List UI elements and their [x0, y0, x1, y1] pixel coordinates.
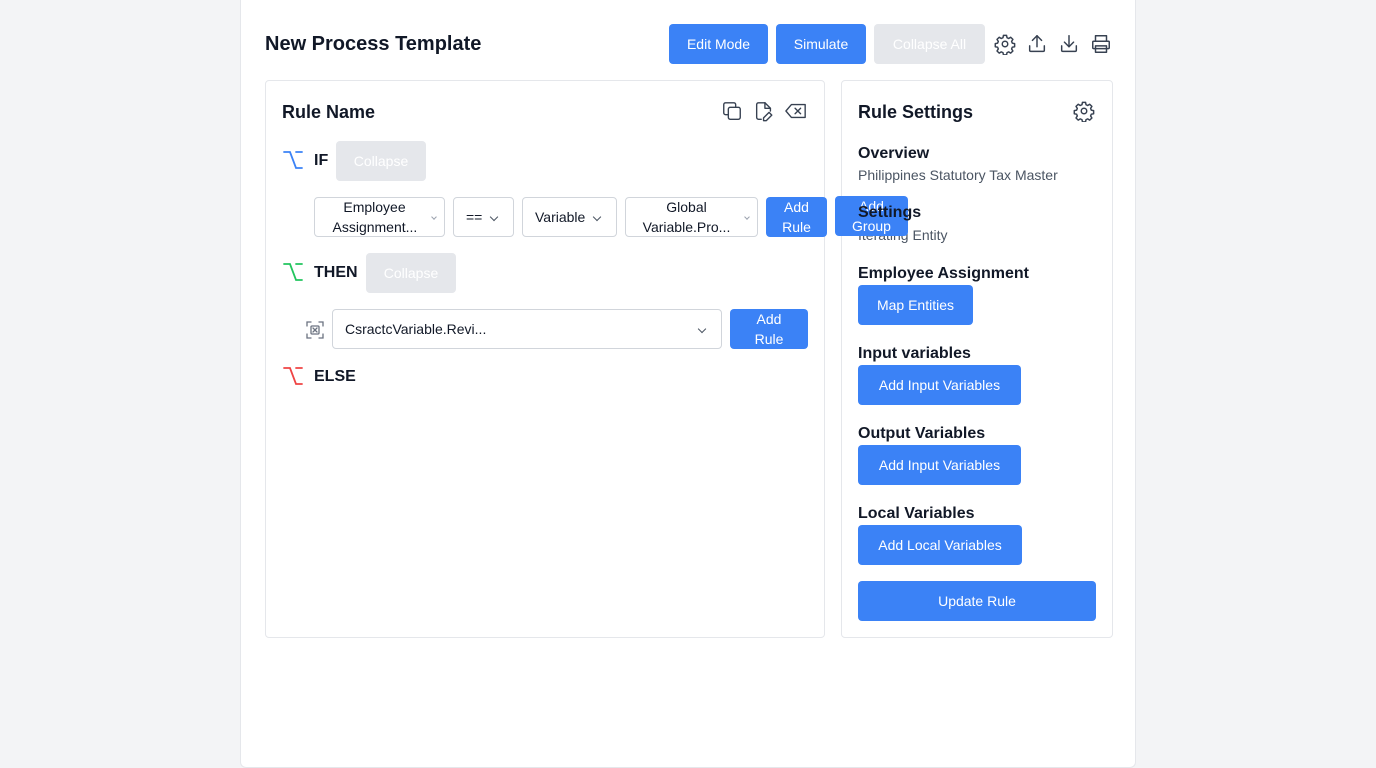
rule-settings-heading: Rule Settings: [858, 102, 974, 122]
condition-field-select[interactable]: Employee Assignment...: [314, 197, 445, 237]
then-add-rule-button[interactable]: Add Rule: [730, 309, 808, 349]
then-action-select[interactable]: CsractcVariable.Revi...: [332, 309, 722, 349]
settings-label: Settings: [858, 204, 922, 221]
then-collapse-button[interactable]: Collapse: [366, 253, 456, 293]
backspace-icon[interactable]: [784, 99, 808, 123]
then-branch-icon: [282, 261, 304, 283]
local-variables-label: Local Variables: [858, 505, 975, 522]
rule-settings-panel: Rule Settings Overview Philippines Statu…: [841, 80, 1113, 638]
gear-icon[interactable]: [993, 32, 1017, 56]
process-template-card: New Process Template Edit Mode Simulate …: [240, 0, 1136, 768]
chevron-down-icon: [697, 324, 707, 334]
edit-mode-button[interactable]: Edit Mode: [669, 24, 768, 64]
rule-editor-panel: Rule Name IF Collapse Employee Assignmen…: [265, 80, 827, 638]
else-branch-icon: [282, 365, 304, 387]
output-variables-label: Output Variables: [858, 425, 986, 442]
chevron-down-icon: [592, 212, 602, 222]
if-branch-icon: [282, 149, 304, 171]
chevron-down-icon: [489, 212, 499, 222]
chevron-down-icon: [744, 214, 750, 220]
condition-operator-select[interactable]: ==: [453, 197, 514, 237]
download-icon[interactable]: [1057, 32, 1081, 56]
simulate-button[interactable]: Simulate: [776, 24, 866, 64]
condition-value-value: Global Variable.Pro...: [642, 199, 731, 235]
overview-value: Philippines Statutory Tax Master: [858, 167, 1058, 183]
condition-operator-value: ==: [466, 209, 483, 225]
then-label: THEN: [314, 264, 358, 281]
else-label: ELSE: [314, 368, 356, 385]
condition-field-value: Employee Assignment...: [332, 199, 418, 235]
upload-icon[interactable]: [1025, 32, 1049, 56]
page-title: New Process Template: [265, 33, 482, 55]
add-input-variables-button[interactable]: Add Input Variables: [858, 365, 1021, 405]
add-output-variables-button[interactable]: Add Input Variables: [858, 445, 1021, 485]
gear-icon[interactable]: [1072, 99, 1096, 123]
variable-scan-icon: [306, 321, 324, 339]
chevron-down-icon: [431, 214, 437, 220]
copy-icon[interactable]: [720, 99, 744, 123]
add-rule-button[interactable]: Add Rule: [766, 197, 827, 237]
map-entities-button[interactable]: Map Entities: [858, 285, 973, 325]
update-rule-button[interactable]: Update Rule: [858, 581, 1096, 621]
condition-value-type-select[interactable]: Variable: [522, 197, 617, 237]
if-label: IF: [314, 152, 329, 169]
add-local-variables-button[interactable]: Add Local Variables: [858, 525, 1022, 565]
overview-label: Overview: [858, 145, 930, 162]
condition-value-select[interactable]: Global Variable.Pro...: [625, 197, 758, 237]
if-collapse-button[interactable]: Collapse: [336, 141, 426, 181]
rule-name-heading: Rule Name: [282, 102, 376, 122]
employee-assignment-label: Employee Assignment: [858, 265, 1030, 282]
printer-icon[interactable]: [1089, 32, 1113, 56]
edit-file-icon[interactable]: [752, 99, 776, 123]
then-action-value: CsractcVariable.Revi...: [345, 321, 487, 337]
collapse-all-button[interactable]: Collapse All: [874, 24, 985, 64]
condition-value-type-value: Variable: [535, 209, 586, 225]
input-variables-label: Input variables: [858, 345, 971, 362]
